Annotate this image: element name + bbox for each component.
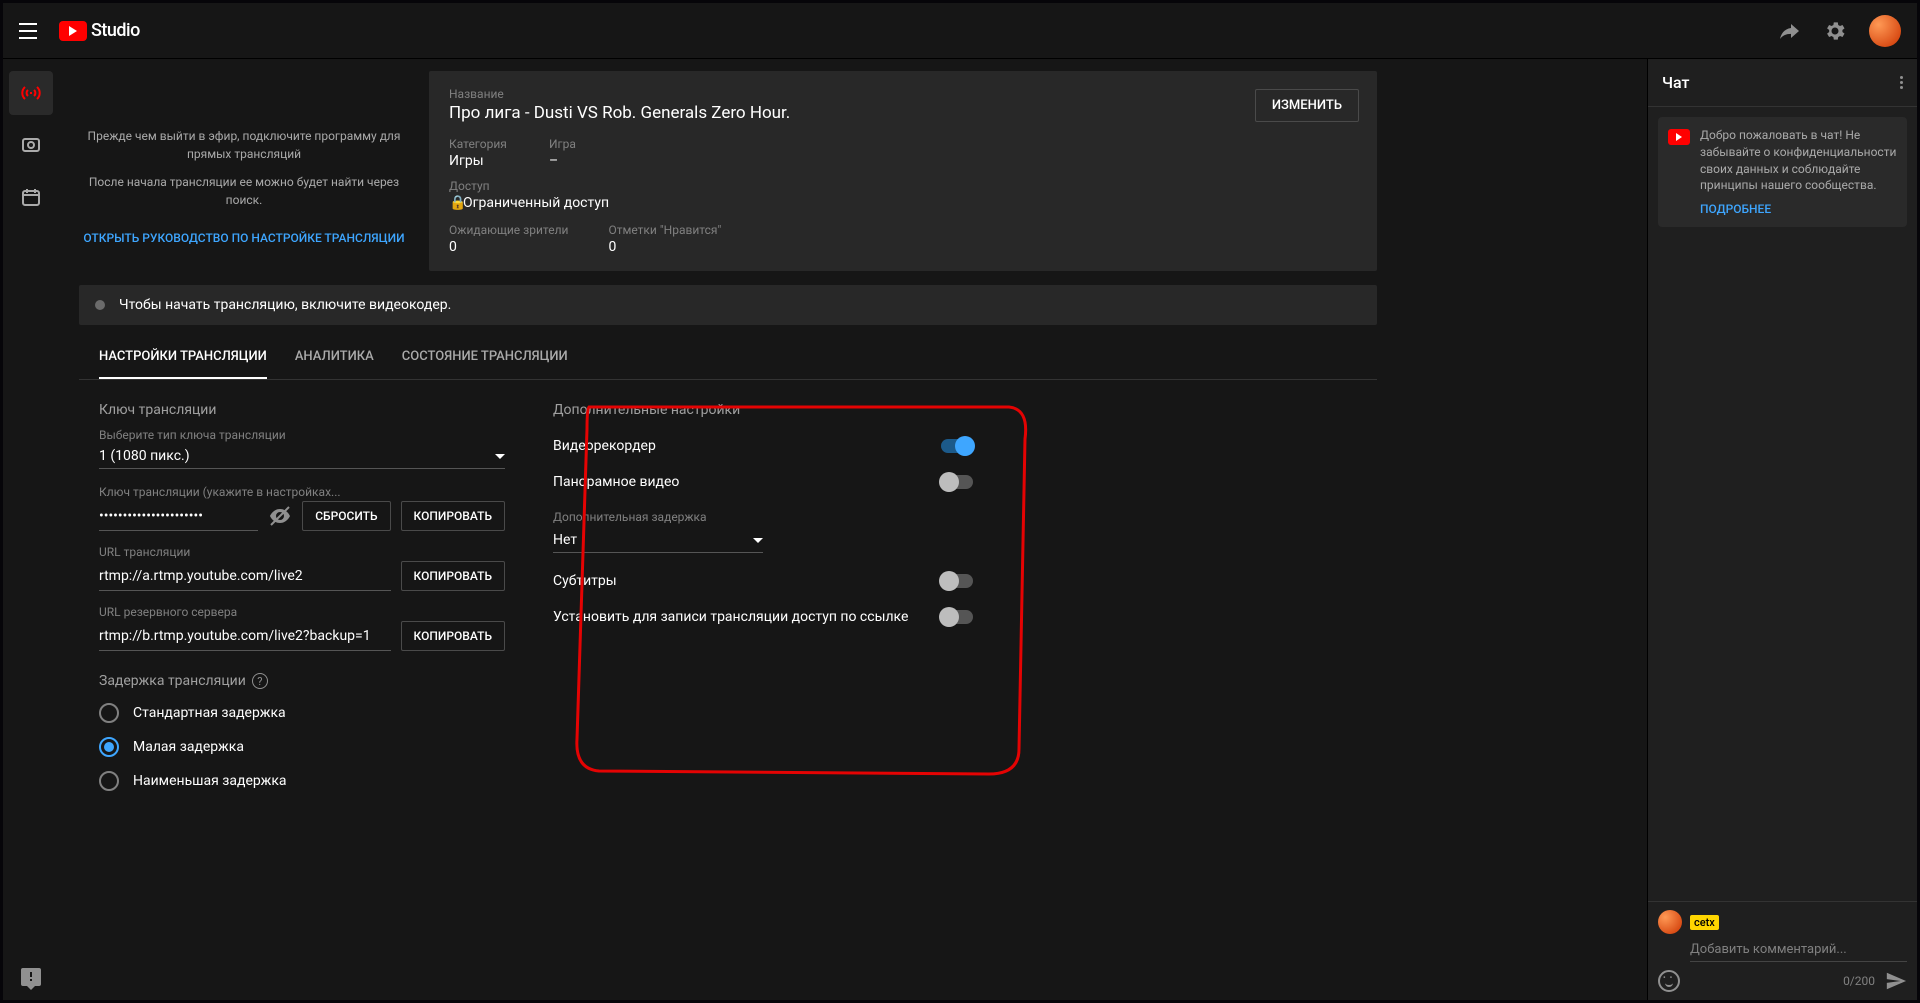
delay-title: Задержка трансляции ? — [99, 673, 505, 689]
emoji-button[interactable] — [1658, 970, 1680, 992]
unlisted-label: Установить для записи трансляции доступ … — [553, 609, 908, 625]
chat-title: Чат — [1662, 73, 1690, 92]
rail-feedback-icon[interactable] — [9, 956, 53, 1000]
delay-normal-radio[interactable]: Стандартная задержка — [99, 703, 505, 723]
rail-stream-icon[interactable] — [9, 71, 53, 115]
tabs: НАСТРОЙКИ ТРАНСЛЯЦИИ АНАЛИТИКА СОСТОЯНИЕ… — [79, 335, 1377, 380]
help-icon[interactable]: ? — [252, 673, 268, 689]
category-label: Категория — [449, 137, 509, 151]
preview-hint-1: Прежде чем выйти в эфир, подключите прог… — [79, 127, 409, 163]
setup-guide-link[interactable]: ОТКРЫТЬ РУКОВОДСТВО ПО НАСТРОЙКЕ ТРАНСЛЯ… — [83, 231, 404, 245]
chat-username-badge: cetx — [1690, 915, 1719, 930]
backup-url-hint: URL резервного сервера — [99, 605, 505, 619]
access-value: 🔒Ограниченный доступ — [449, 195, 609, 211]
stream-key-title: Ключ трансляции — [99, 402, 505, 418]
backup-url-input[interactable] — [99, 622, 391, 651]
stream-key-input[interactable] — [99, 502, 258, 531]
game-value: – — [549, 153, 609, 169]
delay-low-radio[interactable]: Малая задержка — [99, 737, 505, 757]
chat-panel: Чат Добро пожаловать в чат! Не забывайте… — [1647, 59, 1917, 1000]
reset-button[interactable]: СБРОСИТЬ — [302, 501, 390, 531]
topbar: Studio — [3, 3, 1917, 59]
chevron-down-icon — [495, 454, 505, 459]
extra-delay-select[interactable]: Нет — [553, 528, 763, 553]
menu-button[interactable] — [19, 19, 43, 43]
eye-off-icon[interactable] — [268, 504, 292, 528]
waiting-value: 0 — [449, 239, 568, 255]
extra-title: Дополнительные настройки — [553, 402, 973, 418]
stream-url-input[interactable] — [99, 562, 391, 591]
chat-welcome-message: Добро пожаловать в чат! Не забывайте о к… — [1658, 117, 1907, 227]
delay-normal-label: Стандартная задержка — [133, 705, 286, 721]
delay-ultra-low-label: Наименьшая задержка — [133, 773, 287, 789]
tab-stream-health[interactable]: СОСТОЯНИЕ ТРАНСЛЯЦИИ — [402, 335, 568, 379]
extra-settings-column: Дополнительные настройки Видеорекордер П… — [553, 402, 973, 791]
access-label: Доступ — [449, 179, 609, 193]
chat-welcome-text: Добро пожаловать в чат! Не забывайте о к… — [1700, 127, 1897, 194]
subs-toggle[interactable] — [941, 574, 973, 588]
youtube-icon — [1668, 129, 1690, 145]
likes-value: 0 — [608, 239, 721, 255]
edit-button[interactable]: ИЗМЕНИТЬ — [1255, 89, 1359, 122]
lock-icon: 🔒 — [449, 195, 459, 211]
chat-input[interactable] — [1690, 938, 1907, 961]
rail-calendar-icon[interactable] — [9, 175, 53, 219]
chat-more-button[interactable] — [1900, 76, 1903, 89]
main-content: Прежде чем выйти в эфир, подключите прог… — [59, 59, 1647, 1000]
stream-title: Про лига - Dusti VS Rob. Generals Zero H… — [449, 103, 1357, 123]
pano-toggle[interactable] — [941, 475, 973, 489]
status-text: Чтобы начать трансляцию, включите видеок… — [119, 297, 451, 313]
delay-ultra-low-radio[interactable]: Наименьшая задержка — [99, 771, 505, 791]
key-type-select[interactable]: 1 (1080 пикс.) — [99, 444, 505, 469]
rail-webcam-icon[interactable] — [9, 123, 53, 167]
copy-backup-button[interactable]: КОПИРОВАТЬ — [401, 621, 505, 651]
pano-label: Панорамное видео — [553, 474, 679, 490]
share-icon[interactable] — [1777, 19, 1801, 43]
unlisted-toggle[interactable] — [941, 610, 973, 624]
status-bar: Чтобы начать трансляцию, включите видеок… — [79, 285, 1377, 325]
chat-learn-more-link[interactable]: ПОДРОБНЕЕ — [1700, 202, 1771, 216]
likes-label: Отметки "Нравится" — [608, 223, 721, 237]
chevron-down-icon — [753, 538, 763, 543]
tab-stream-settings[interactable]: НАСТРОЙКИ ТРАНСЛЯЦИИ — [99, 335, 267, 379]
status-dot-icon — [95, 300, 105, 310]
title-label: Название — [449, 87, 1357, 101]
key-type-value: 1 (1080 пикс.) — [99, 448, 190, 464]
copy-key-button[interactable]: КОПИРОВАТЬ — [401, 501, 505, 531]
stream-key-column: Ключ трансляции Выберите тип ключа транс… — [99, 402, 505, 791]
youtube-play-icon — [59, 21, 87, 41]
settings-gear-icon[interactable] — [1823, 19, 1847, 43]
copy-url-button[interactable]: КОПИРОВАТЬ — [401, 561, 505, 591]
subs-label: Субтитры — [553, 573, 617, 589]
logo-text: Studio — [91, 20, 140, 41]
user-avatar[interactable] — [1869, 15, 1901, 47]
category-value: Игры — [449, 153, 509, 169]
delay-low-label: Малая задержка — [133, 739, 244, 755]
left-rail — [3, 59, 59, 1000]
dvr-toggle[interactable] — [941, 439, 973, 453]
preview-area: Прежде чем выйти в эфир, подключите прог… — [79, 71, 409, 271]
youtube-studio-logo[interactable]: Studio — [59, 20, 140, 41]
dvr-label: Видеорекордер — [553, 438, 656, 454]
chat-user-avatar — [1658, 910, 1682, 934]
waiting-label: Ожидающие зрители — [449, 223, 568, 237]
extra-delay-hint: Дополнительная задержка — [553, 510, 973, 524]
game-label: Игра — [549, 137, 609, 151]
preview-hint-2: После начала трансляции ее можно будет н… — [79, 173, 409, 209]
key-input-hint: Ключ трансляции (укажите в настройках... — [99, 485, 505, 499]
stream-url-hint: URL трансляции — [99, 545, 505, 559]
stream-info-card: Название Про лига - Dusti VS Rob. Genera… — [429, 71, 1377, 271]
send-icon[interactable] — [1885, 970, 1907, 992]
chat-char-count: 0/200 — [1843, 974, 1875, 988]
extra-delay-value: Нет — [553, 532, 577, 548]
tab-analytics[interactable]: АНАЛИТИКА — [295, 335, 374, 379]
key-type-hint: Выберите тип ключа трансляции — [99, 428, 505, 442]
